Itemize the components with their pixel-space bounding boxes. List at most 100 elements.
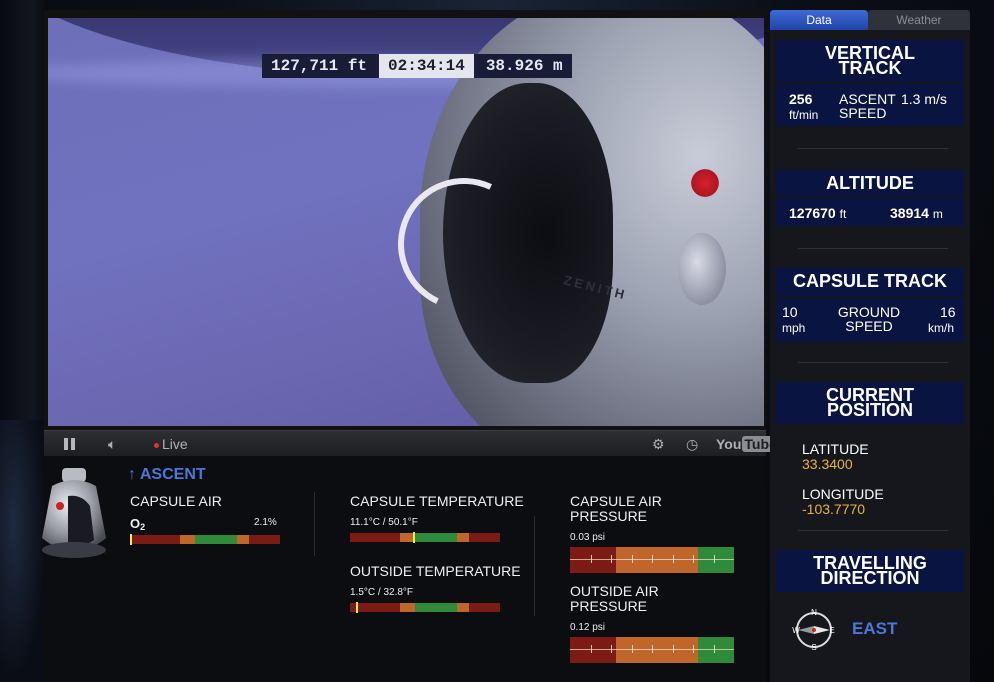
divider bbox=[314, 492, 315, 556]
altitude-box: 127670 ft 38914 m bbox=[776, 198, 964, 226]
pressure-segment bbox=[615, 637, 698, 663]
gauge-segment bbox=[414, 603, 457, 612]
pressure-segment bbox=[615, 547, 698, 573]
pressure-tick bbox=[672, 645, 674, 653]
compass-icon: N E S W bbox=[792, 608, 834, 652]
vertical-track-box: 256 ft/min ASCENT SPEED 1.3 m/s bbox=[776, 84, 964, 126]
pressure-tick bbox=[693, 645, 694, 653]
ascent-label: ASCENT bbox=[139, 466, 206, 483]
gauge-segment bbox=[194, 535, 237, 544]
video-controls: 🔈︎ Live ⚙ ◷ You Tube bbox=[44, 430, 779, 457]
gauge-segment bbox=[468, 533, 500, 542]
pressure-tick bbox=[652, 555, 653, 563]
pressure-segment bbox=[570, 637, 616, 663]
latitude-label: LATITUDE bbox=[802, 441, 869, 457]
tab-data[interactable]: Data bbox=[770, 10, 868, 30]
oxygen-label: O2 bbox=[130, 516, 146, 532]
telemetry-altitude-ft: 127,711 ft bbox=[262, 54, 377, 78]
ground-speed-mph: 10 bbox=[782, 304, 798, 320]
latitude-value: 33.3400 bbox=[802, 456, 853, 472]
current-position-title: CURRENT POSITION bbox=[776, 382, 964, 424]
ground-speed-kmh-unit: km/h bbox=[928, 321, 955, 335]
capsule-track-title: CAPSULE TRACK bbox=[776, 268, 964, 296]
separator bbox=[798, 248, 948, 249]
ascent-status: ↑ ASCENT bbox=[128, 466, 206, 484]
pressure-segment bbox=[697, 547, 734, 573]
volume-icon[interactable]: 🔈︎ bbox=[108, 431, 116, 457]
gauge-segment bbox=[236, 535, 249, 544]
pressure-tick bbox=[590, 645, 592, 653]
compass-s: S bbox=[811, 643, 816, 652]
gauge-segment bbox=[130, 535, 180, 544]
outside-temperature-value: 1.5°C / 32.8°F bbox=[350, 587, 414, 598]
pressure-tick bbox=[611, 645, 612, 653]
travelling-direction-title: TRAVELLING DIRECTION bbox=[776, 550, 964, 592]
altitude-title: ALTITUDE bbox=[776, 170, 964, 196]
gauge-segment bbox=[456, 603, 469, 612]
capsule-temperature-value: 11.1°C / 50.1°F bbox=[350, 517, 418, 528]
outside-temperature-marker bbox=[356, 602, 358, 613]
vertical-track-title: VERTICAL TRACK bbox=[776, 40, 964, 82]
capsule-air-pressure-value: 0.03 psi bbox=[570, 532, 606, 543]
gauge-segment bbox=[179, 535, 195, 544]
divider bbox=[534, 516, 535, 616]
vertical-rate-value: 256 bbox=[789, 91, 813, 107]
telemetry-altitude-m: 38.926 m bbox=[476, 54, 572, 78]
gauge-segment bbox=[399, 603, 415, 612]
capsule-air-title: CAPSULE AIR bbox=[130, 493, 222, 509]
pressure-tick bbox=[652, 645, 653, 653]
pressure-tick bbox=[631, 555, 633, 563]
altitude-m: 38914 m bbox=[890, 205, 943, 221]
compass-e: E bbox=[829, 626, 834, 635]
capsule-air-pressure-title: CAPSULE AIR PRESSURE bbox=[570, 493, 662, 524]
pressure-tick bbox=[631, 645, 633, 653]
outside-temperature-gauge bbox=[350, 603, 500, 612]
compass-n: N bbox=[811, 608, 817, 617]
longitude-value: -103.7770 bbox=[802, 501, 866, 517]
gauge-segment bbox=[414, 533, 457, 542]
ground-speed-label: GROUND SPEED bbox=[837, 304, 901, 334]
ascent-speed-label: ASCENT SPEED bbox=[839, 91, 896, 121]
gauge-segment bbox=[350, 533, 400, 542]
left-background bbox=[0, 0, 46, 682]
sidebar: Data Weather VERTICAL TRACK 256 ft/min A… bbox=[770, 10, 970, 682]
separator bbox=[798, 530, 948, 531]
ground-speed-kmh: 16 bbox=[940, 304, 956, 320]
clock-icon[interactable]: ◷ bbox=[686, 431, 698, 457]
separator bbox=[798, 362, 948, 363]
oxygen-gauge bbox=[130, 535, 280, 544]
oxygen-gauge-marker bbox=[130, 534, 132, 545]
compass-w: W bbox=[792, 626, 800, 635]
ground-speed-mph-unit: mph bbox=[782, 321, 806, 335]
red-bull-logo-icon bbox=[688, 168, 722, 198]
live-indicator: Live bbox=[154, 431, 188, 457]
pressure-segment bbox=[570, 547, 616, 573]
pressure-tick bbox=[672, 555, 674, 563]
capsule-temperature-title: CAPSULE TEMPERATURE bbox=[350, 493, 524, 509]
settings-gear-icon[interactable]: ⚙ bbox=[652, 431, 665, 457]
video-feed[interactable]: ZENITH 127,711 ft 02:34:14 38.926 m bbox=[48, 18, 764, 426]
oxygen-value: 2.1% bbox=[254, 517, 277, 528]
capsule-temperature-gauge bbox=[350, 533, 500, 542]
telemetry-elapsed-time: 02:34:14 bbox=[379, 54, 474, 78]
outside-air-pressure-value: 0.12 psi bbox=[570, 622, 606, 633]
separator bbox=[798, 148, 948, 149]
pressure-tick bbox=[590, 555, 592, 563]
pressure-segment bbox=[697, 637, 734, 663]
tab-weather[interactable]: Weather bbox=[868, 10, 970, 30]
capsule-temperature-marker bbox=[413, 532, 415, 543]
pressure-tick bbox=[693, 555, 694, 563]
outside-air-pressure-title: OUTSIDE AIR PRESSURE bbox=[570, 583, 659, 614]
ascent-speed-value: 1.3 m/s bbox=[901, 91, 947, 107]
live-dot-icon bbox=[154, 442, 159, 448]
pressure-tick bbox=[611, 555, 612, 563]
video-telemetry-overlay: 127,711 ft 02:34:14 38.926 m bbox=[262, 54, 572, 78]
gauge-segment bbox=[248, 535, 280, 544]
vertical-rate-unit: ft/min bbox=[789, 108, 819, 122]
up-arrow-icon: ↑ bbox=[128, 466, 136, 483]
capsule-track-box: 10 mph GROUND SPEED 16 km/h bbox=[776, 298, 964, 342]
capsule-window bbox=[678, 233, 726, 305]
video-player[interactable]: ZENITH 127,711 ft 02:34:14 38.926 m bbox=[44, 10, 766, 430]
gauge-segment bbox=[468, 603, 500, 612]
outside-air-pressure-gauge bbox=[570, 637, 734, 663]
